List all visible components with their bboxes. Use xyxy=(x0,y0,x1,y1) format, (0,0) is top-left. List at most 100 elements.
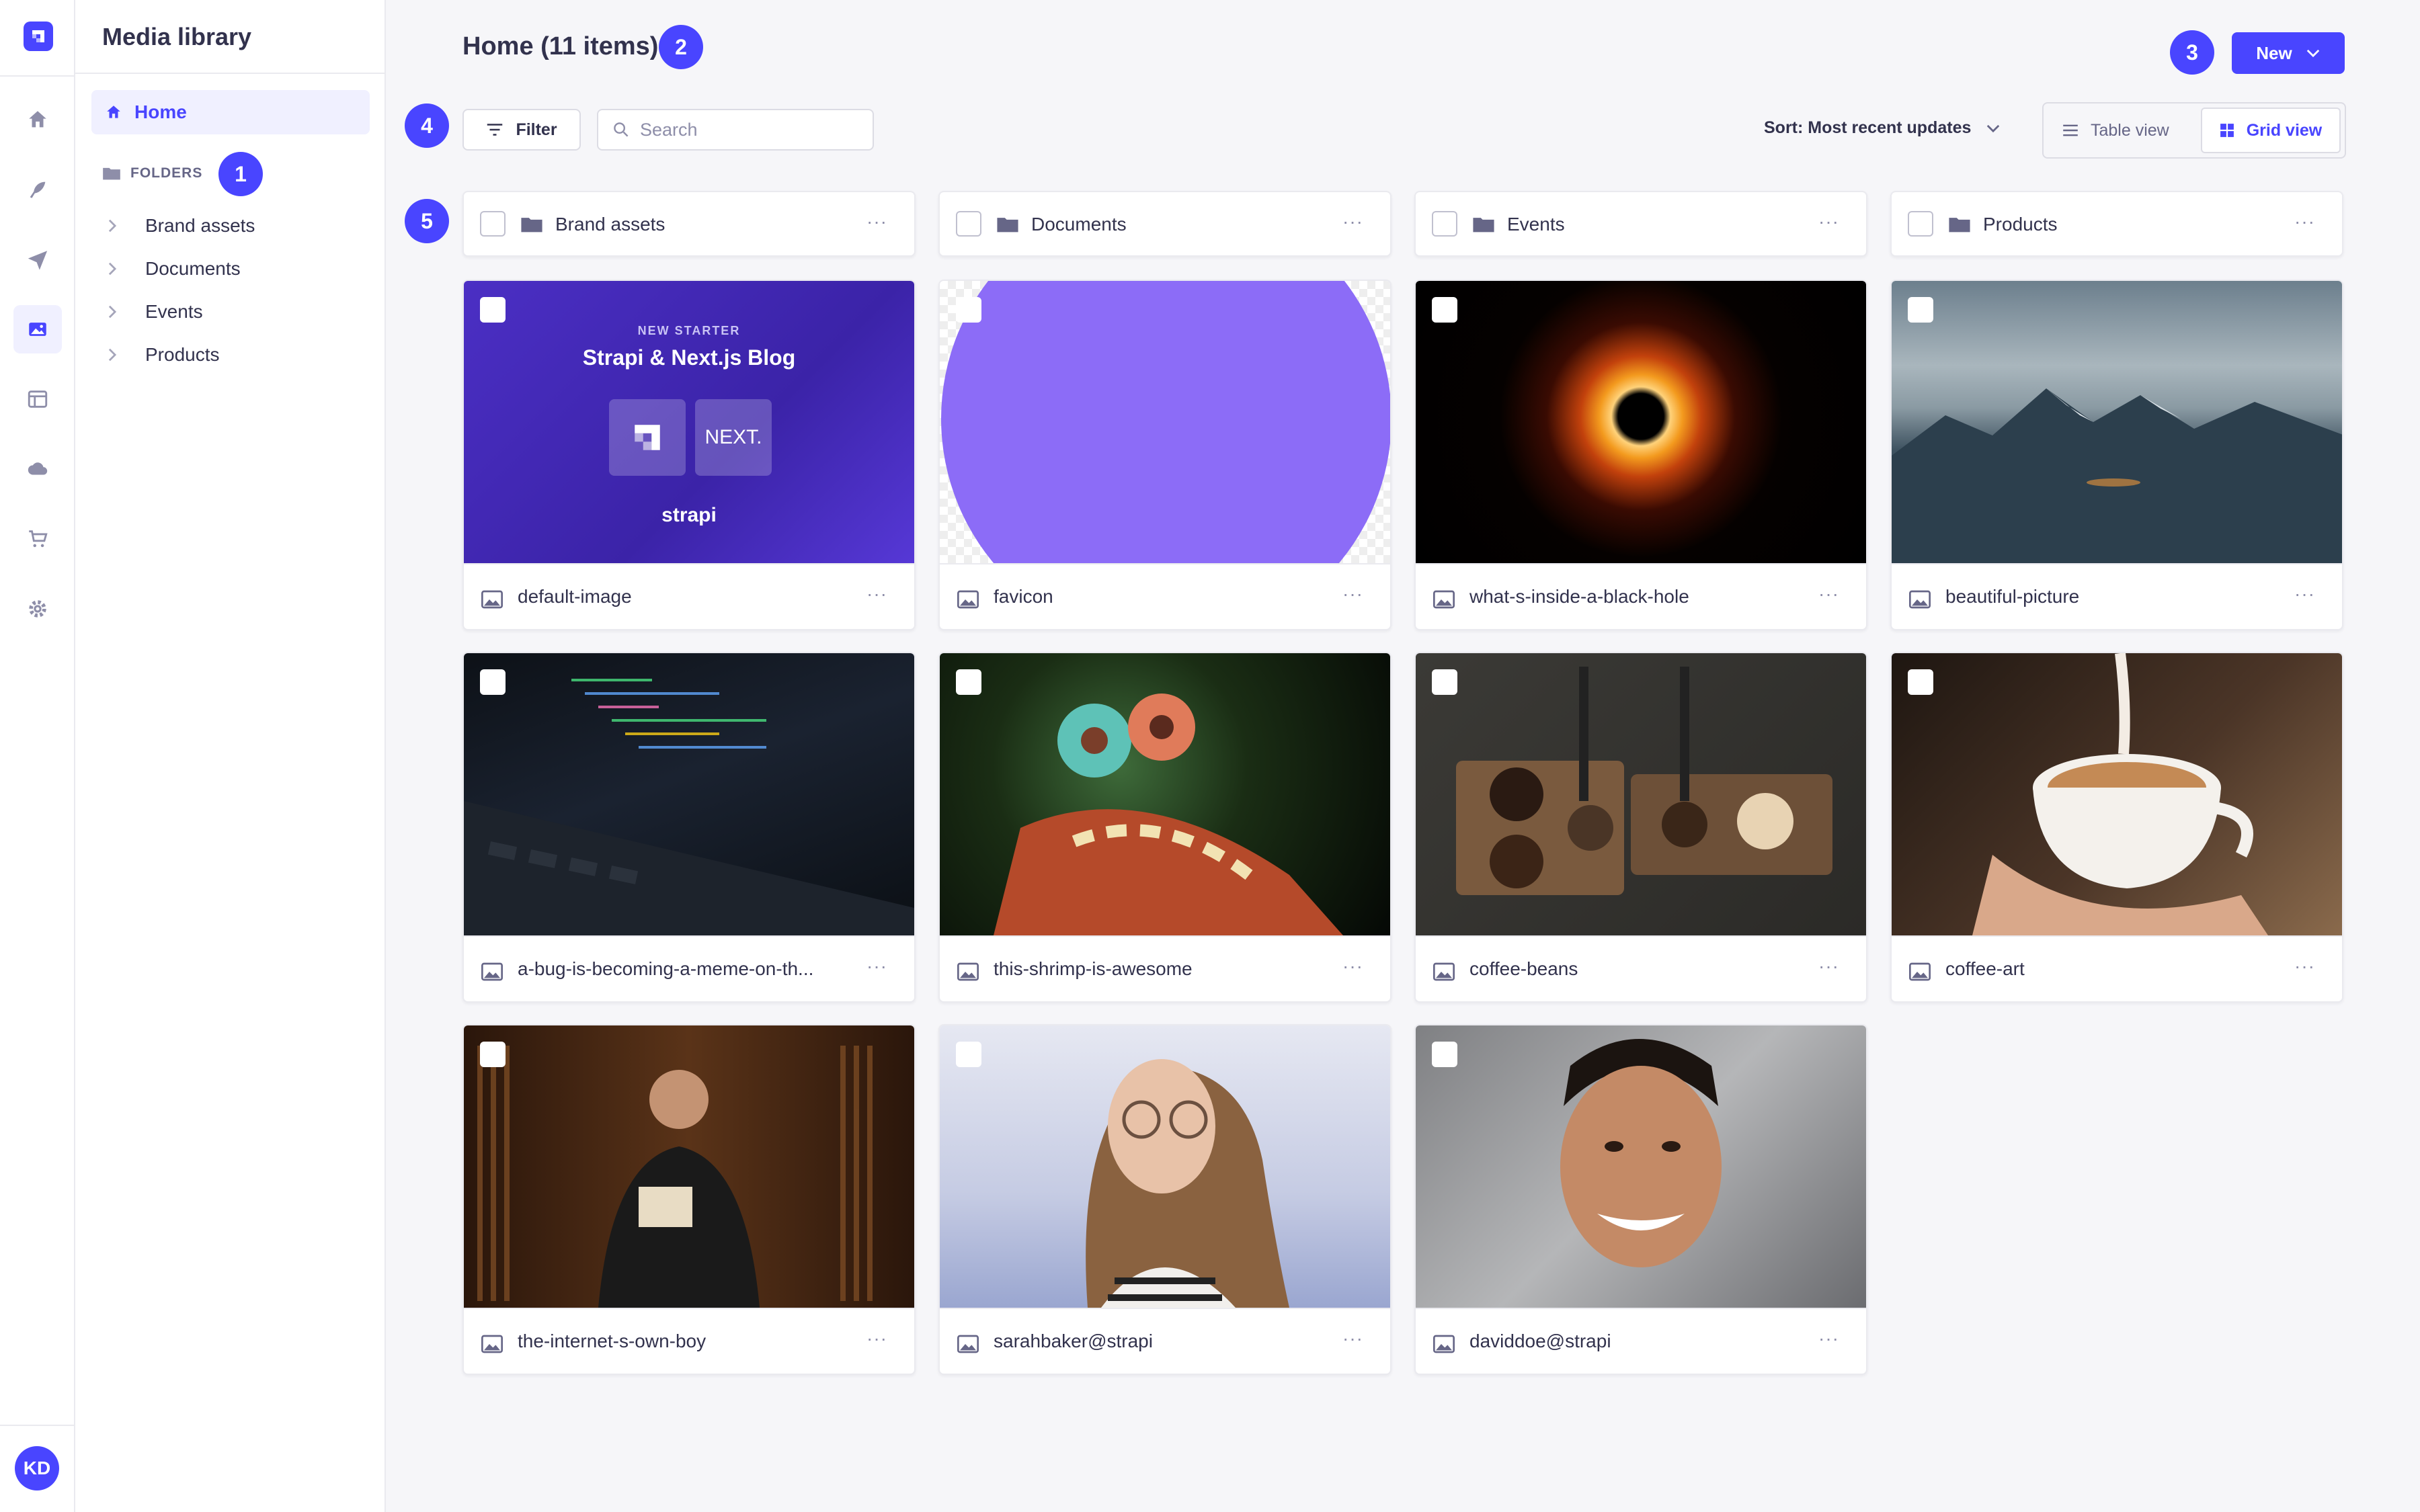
filter-label: Filter xyxy=(516,120,557,139)
more-actions-icon[interactable]: ··· xyxy=(1818,1328,1839,1349)
nav-layout-icon[interactable] xyxy=(13,375,62,423)
more-actions-icon[interactable]: ··· xyxy=(1342,583,1363,605)
folder-name: Brand assets xyxy=(555,214,666,235)
asset-name: coffee-beans xyxy=(1469,958,1578,979)
more-actions-icon[interactable]: ··· xyxy=(1818,956,1839,977)
folder-card-documents[interactable]: Documents ··· xyxy=(938,191,1392,257)
page-title: Home (11 items) xyxy=(462,32,659,60)
asset-checkbox[interactable] xyxy=(1432,1042,1457,1067)
asset-card-beautiful-picture[interactable]: beautiful-picture ··· xyxy=(1890,280,2343,630)
subnav-item-home[interactable]: Home xyxy=(91,90,370,134)
more-actions-icon[interactable]: ··· xyxy=(1818,211,1839,233)
image-icon xyxy=(1433,1335,1455,1353)
asset-checkbox[interactable] xyxy=(956,669,981,695)
subnav-folder-documents[interactable]: Documents xyxy=(108,255,241,282)
table-view-button[interactable]: Table view xyxy=(2062,108,2169,153)
folder-checkbox[interactable] xyxy=(956,211,981,237)
asset-card-sarahbaker[interactable]: sarahbaker@strapi ··· xyxy=(938,1024,1392,1375)
more-actions-icon[interactable]: ··· xyxy=(1342,1328,1363,1349)
asset-checkbox[interactable] xyxy=(1908,297,1933,323)
subnav-folder-products[interactable]: Products xyxy=(108,341,220,368)
more-actions-icon[interactable]: ··· xyxy=(2294,583,2315,605)
more-actions-icon[interactable]: ··· xyxy=(1342,956,1363,977)
asset-checkbox[interactable] xyxy=(956,1042,981,1067)
asset-card-coffee-art[interactable]: coffee-art ··· xyxy=(1890,652,2343,1003)
more-actions-icon[interactable]: ··· xyxy=(866,211,887,233)
chevron-right-icon[interactable] xyxy=(108,261,117,276)
asset-checkbox[interactable] xyxy=(480,1042,506,1067)
asset-checkbox[interactable] xyxy=(1432,669,1457,695)
thumb-kicker: NEW STARTER xyxy=(637,324,741,337)
annotation-badge-2: 2 xyxy=(659,25,703,69)
more-actions-icon[interactable]: ··· xyxy=(2294,211,2315,233)
more-actions-icon[interactable]: ··· xyxy=(866,1328,887,1349)
asset-card-bug-meme[interactable]: a-bug-is-becoming-a-meme-on-th... ··· xyxy=(462,652,916,1003)
asset-checkbox[interactable] xyxy=(1908,669,1933,695)
subnav-folder-events[interactable]: Events xyxy=(108,298,203,325)
asset-checkbox[interactable] xyxy=(480,297,506,323)
more-actions-icon[interactable]: ··· xyxy=(866,956,887,977)
nav-media-library-icon[interactable] xyxy=(13,305,62,353)
strapi-logo-icon[interactable] xyxy=(24,22,53,51)
folder-checkbox[interactable] xyxy=(480,211,506,237)
asset-thumbnail xyxy=(1416,1025,1866,1308)
asset-card-default-image[interactable]: NEW STARTER Strapi & Next.js Blog NEXT. … xyxy=(462,280,916,630)
annotation-badge-3: 3 xyxy=(2170,30,2214,75)
asset-name: the-internet-s-own-boy xyxy=(518,1331,707,1351)
subnav-divider xyxy=(75,73,386,74)
chevron-right-icon[interactable] xyxy=(108,218,117,233)
folder-card-events[interactable]: Events ··· xyxy=(1414,191,1867,257)
asset-card-black-hole[interactable]: what-s-inside-a-black-hole ··· xyxy=(1414,280,1867,630)
image-icon xyxy=(1433,962,1455,981)
filter-button[interactable]: Filter xyxy=(462,109,581,151)
media-library-subnav: Media library Home FOLDERS Brand assets … xyxy=(75,0,386,1512)
more-actions-icon[interactable]: ··· xyxy=(866,583,887,605)
chevron-right-icon[interactable] xyxy=(108,347,117,362)
asset-checkbox[interactable] xyxy=(480,669,506,695)
chevron-right-icon[interactable] xyxy=(108,304,117,319)
table-view-label: Table view xyxy=(2091,120,2169,140)
new-button[interactable]: New xyxy=(2232,32,2345,74)
search-box[interactable] xyxy=(597,109,874,151)
search-input[interactable] xyxy=(640,119,862,140)
nav-settings-gear-icon[interactable] xyxy=(13,585,62,633)
grid-icon xyxy=(2220,124,2234,137)
more-actions-icon[interactable]: ··· xyxy=(2294,956,2315,977)
asset-thumbnail xyxy=(1416,653,1866,935)
folder-card-brand-assets[interactable]: Brand assets ··· xyxy=(462,191,916,257)
nav-home-icon[interactable] xyxy=(13,95,62,144)
subnav-title: Media library xyxy=(102,23,252,50)
card-divider xyxy=(1416,563,1866,564)
asset-name: coffee-art xyxy=(1945,958,2025,979)
folder-checkbox[interactable] xyxy=(1908,211,1933,237)
nav-content-manager-feather-icon[interactable] xyxy=(13,165,62,214)
asset-card-daviddoe[interactable]: daviddoe@strapi ··· xyxy=(1414,1024,1867,1375)
more-actions-icon[interactable]: ··· xyxy=(1342,211,1363,233)
asset-thumbnail xyxy=(1416,281,1866,563)
asset-card-shrimp[interactable]: this-shrimp-is-awesome ··· xyxy=(938,652,1392,1003)
folder-icon xyxy=(1473,218,1494,233)
sort-dropdown[interactable]: Sort: Most recent updates xyxy=(1764,118,2001,138)
nav-marketplace-cart-icon[interactable] xyxy=(13,515,62,563)
subnav-folder-label: Events xyxy=(145,301,203,322)
grid-view-button[interactable]: Grid view xyxy=(2201,108,2341,153)
subnav-folder-label: Products xyxy=(145,344,220,365)
asset-card-internet-own-boy[interactable]: the-internet-s-own-boy ··· xyxy=(462,1024,916,1375)
asset-thumbnail xyxy=(940,281,1390,563)
filter-icon xyxy=(487,124,503,136)
asset-card-favicon[interactable]: favicon ··· xyxy=(938,280,1392,630)
image-icon xyxy=(957,590,979,609)
nav-cloud-icon[interactable] xyxy=(13,445,62,493)
asset-checkbox[interactable] xyxy=(1432,297,1457,323)
nav-deploy-paper-plane-icon[interactable] xyxy=(13,235,62,284)
folder-card-products[interactable]: Products ··· xyxy=(1890,191,2343,257)
more-actions-icon[interactable]: ··· xyxy=(1818,583,1839,605)
folder-checkbox[interactable] xyxy=(1432,211,1457,237)
subnav-folder-label: Brand assets xyxy=(145,215,255,236)
asset-checkbox[interactable] xyxy=(956,297,981,323)
user-avatar[interactable]: KD xyxy=(15,1446,59,1490)
subnav-folder-brand-assets[interactable]: Brand assets xyxy=(108,212,255,239)
asset-card-coffee-beans[interactable]: coffee-beans ··· xyxy=(1414,652,1867,1003)
asset-name: favicon xyxy=(994,586,1053,607)
asset-name: beautiful-picture xyxy=(1945,586,2080,607)
